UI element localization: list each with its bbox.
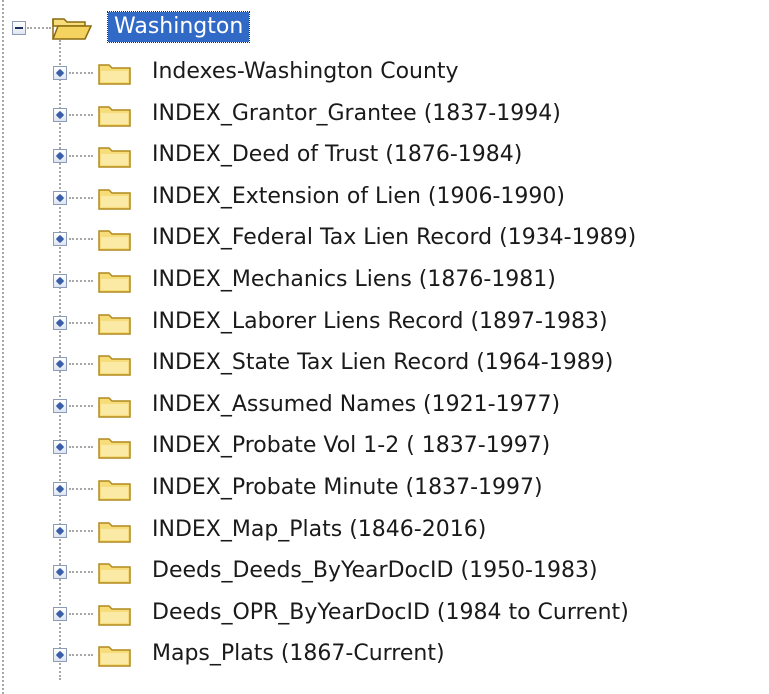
tree-item[interactable]: INDEX_State Tax Lien Record (1964-1989) [0,343,769,383]
folder-icon [98,397,131,418]
tree-connector-branch [69,196,93,199]
folder-icon [98,230,131,252]
folder-icon [98,105,131,127]
folder-open-icon [52,18,92,40]
tree-item-label[interactable]: Deeds_Deeds_ByYearDocID (1950-1983) [152,556,598,586]
tree-item[interactable]: INDEX_Assumed Names (1921-1977) [0,385,769,425]
tree-item-label[interactable]: INDEX_Probate Minute (1837-1997) [152,473,543,503]
tree-item-label[interactable]: INDEX_Laborer Liens Record (1897-1983) [152,307,608,337]
tree-item[interactable]: INDEX_Grantor_Grantee (1837-1994) [0,94,769,134]
expand-toggle-icon[interactable] [53,107,67,122]
expand-toggle-icon[interactable] [53,648,67,663]
tree-connector-branch [69,529,93,532]
tree-connector-branch [69,363,93,366]
folder-icon [98,438,131,460]
tree-connector-branch [69,113,93,116]
folder-icon [98,189,131,210]
expand-toggle-icon[interactable] [53,440,67,455]
tree-item[interactable]: INDEX_Laborer Liens Record (1897-1983) [0,302,769,342]
tree-connector-branch [69,321,93,324]
folder-icon [98,147,131,168]
tree-item-label[interactable]: INDEX_Grantor_Grantee (1837-1994) [152,99,561,129]
expand-toggle-icon[interactable] [53,398,67,413]
tree-item-label[interactable]: INDEX_Extension of Lien (1906-1990) [152,182,565,212]
tree-item[interactable]: INDEX_Probate Vol 1-2 ( 1837-1997) [0,426,769,466]
tree-item[interactable]: INDEX_Map_Plats (1846-2016) [0,510,769,550]
tree-item-label[interactable]: INDEX_Federal Tax Lien Record (1934-1989… [152,223,636,253]
tree-item[interactable]: Indexes-Washington County [0,52,769,92]
expand-toggle-icon[interactable] [53,190,67,205]
tree-connector-branch [69,571,93,574]
folder-icon [98,563,131,584]
tree-connector-branch [69,654,93,657]
tree-item-label[interactable]: INDEX_Map_Plats (1846-2016) [152,515,486,545]
tree-item[interactable]: INDEX_Deed of Trust (1876-1984) [0,135,769,175]
folder-icon [98,480,131,501]
expand-toggle-icon[interactable] [53,315,67,330]
tree-connector-branch [69,238,93,241]
folder-icon [98,605,131,626]
expand-toggle-icon[interactable] [53,232,67,247]
tree-item-label[interactable]: Maps_Plats (1867-Current) [152,639,445,669]
tree-connector-branch [69,404,93,407]
tree-root-row[interactable]: Washington [0,8,769,48]
expand-toggle-icon[interactable] [53,149,67,164]
folder-icon [98,521,131,543]
expand-toggle-icon[interactable] [53,357,67,372]
tree-item[interactable]: INDEX_Federal Tax Lien Record (1934-1989… [0,218,769,258]
tree-item-label[interactable]: INDEX_Mechanics Liens (1876-1981) [152,265,556,295]
tree-item-label[interactable]: INDEX_Deed of Trust (1876-1984) [152,140,522,170]
tree-connector-branch [69,446,93,449]
tree-connector-branch [69,612,93,615]
folder-icon [98,313,131,335]
tree-connector-branch [69,72,93,74]
expand-toggle-icon[interactable] [53,523,67,538]
tree-item[interactable]: Deeds_Deeds_ByYearDocID (1950-1983) [0,551,769,591]
tree-item-label[interactable]: Deeds_OPR_ByYearDocID (1984 to Current) [152,598,629,628]
tree-connector-branch [69,488,93,490]
folder-icon [98,272,131,293]
folder-icon [98,355,131,376]
expand-toggle-icon[interactable] [53,482,67,496]
tree-item[interactable]: INDEX_Probate Minute (1837-1997) [0,468,769,508]
expand-toggle-icon[interactable] [53,274,67,288]
folder-tree: Washington Indexes-Washington County INDE… [0,0,769,694]
tree-item-label[interactable]: Indexes-Washington County [152,57,459,87]
expand-toggle-icon[interactable] [53,66,67,80]
folder-icon [98,64,131,85]
tree-item[interactable]: Maps_Plats (1867-Current) [0,634,769,674]
tree-item-label[interactable]: INDEX_State Tax Lien Record (1964-1989) [152,348,613,378]
tree-item[interactable]: INDEX_Mechanics Liens (1876-1981) [0,260,769,300]
tree-item[interactable]: INDEX_Extension of Lien (1906-1990) [0,177,769,217]
expand-toggle-icon[interactable] [53,606,67,621]
tree-connector-branch [69,280,93,282]
tree-connector-branch [69,155,93,158]
folder-icon [98,646,131,668]
tree-item[interactable]: Deeds_OPR_ByYearDocID (1984 to Current) [0,593,769,633]
tree-item-label[interactable]: INDEX_Assumed Names (1921-1977) [152,390,560,420]
tree-item-label[interactable]: INDEX_Probate Vol 1-2 ( 1837-1997) [152,431,550,461]
tree-connector-branch [27,27,51,29]
expand-toggle-icon[interactable] [53,565,67,580]
collapse-toggle-icon[interactable] [12,21,26,35]
tree-root-label[interactable]: Washington [106,11,251,43]
